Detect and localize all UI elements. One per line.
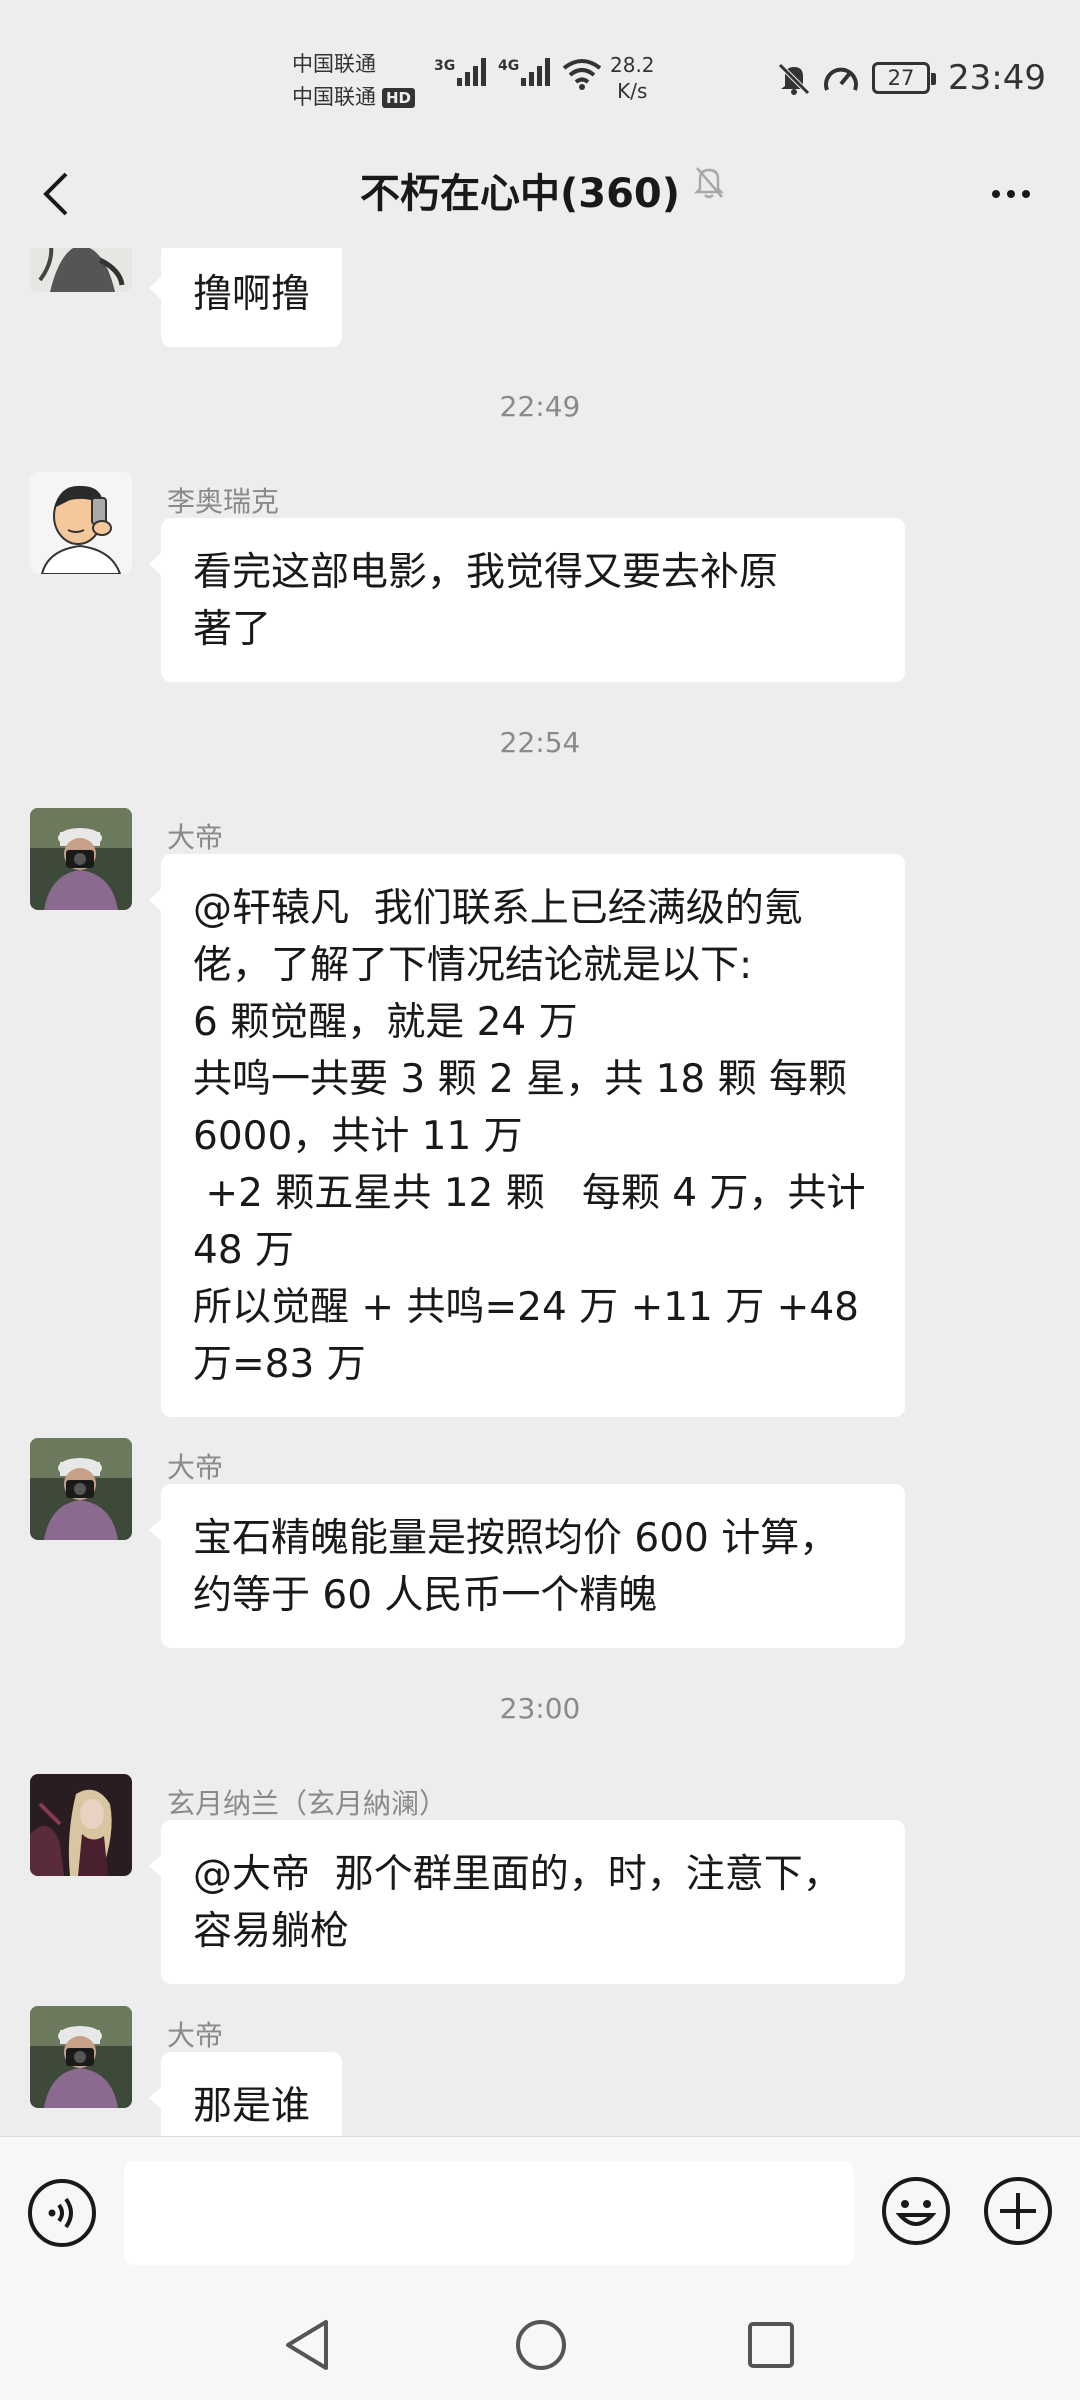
message-bubble[interactable]: 看完这部电影，我觉得又要去补原 著了: [149, 518, 905, 682]
message-input[interactable]: [124, 2161, 854, 2265]
carrier-info: 中国联通 中国联通 HD: [292, 48, 416, 114]
signal-3g-label: 3G: [434, 58, 456, 74]
add-more-button[interactable]: [982, 2175, 1054, 2247]
voice-icon: [28, 2179, 96, 2247]
time-divider: 22:49: [499, 390, 581, 423]
wifi-icon: [562, 59, 602, 90]
nav-recent-apps-icon[interactable]: [746, 2320, 796, 2370]
time-divider: 22:54: [499, 726, 581, 759]
emoji-button[interactable]: [880, 2175, 952, 2247]
nav-home-icon[interactable]: [514, 2318, 568, 2372]
input-bar: [0, 2136, 1080, 2286]
mute-bell-icon: [693, 167, 725, 199]
sender-name: 大帝: [167, 1451, 224, 1484]
status-time: 23:49: [948, 58, 1046, 98]
avatar-liaoruike[interactable]: [30, 472, 132, 574]
message-list[interactable]: 撸啊撸 22:49 李奥瑞克 看完这部电影，我觉得又要去补原 著了 22:54 …: [0, 248, 1080, 2136]
sender-name: 大帝: [167, 821, 224, 854]
smiley-icon: [882, 2177, 950, 2245]
message-bubble[interactable]: 那是谁: [148, 2052, 343, 2136]
camera-photographer-avatar-image: [30, 808, 132, 910]
nav-back-icon[interactable]: [282, 2318, 332, 2372]
message-bubble[interactable]: 撸啊撸: [148, 248, 343, 347]
sender-name: 玄月纳兰（玄月納澜）: [167, 1787, 448, 1820]
sender-name: 大帝: [167, 2019, 224, 2052]
signal-4g-label: 4G: [498, 58, 520, 74]
avatar-dadi[interactable]: [30, 808, 132, 910]
net-speed-unit: K/s: [617, 79, 648, 103]
avatar-dadi[interactable]: [30, 1438, 132, 1540]
message-bubble[interactable]: @大帝 那个群里面的，时，注意下， 容易躺枪: [149, 1820, 905, 1984]
bell-off-icon: [778, 63, 810, 95]
battery-indicator: 27: [872, 62, 936, 94]
sender-name: 李奥瑞克: [167, 485, 280, 518]
cartoon-selfie-avatar-image: [30, 472, 132, 574]
carrier-2-label: 中国联通: [292, 85, 376, 109]
carrier-1-label: 中国联通: [292, 52, 376, 76]
voice-input-button[interactable]: [26, 2177, 98, 2249]
chat-header: 不朽在心中(360): [0, 140, 1080, 248]
status-bar: 中国联通 中国联通 HD 3G 4G 28.2 K/s 27 23:49: [0, 0, 1080, 140]
dot-icon: [992, 190, 1000, 198]
avatar-dadi[interactable]: [30, 2006, 132, 2108]
dot-icon: [1022, 190, 1030, 198]
system-nav-bar: [0, 2286, 1080, 2400]
avatar-sketch[interactable]: [30, 248, 132, 292]
camera-photographer-avatar-image: [30, 2006, 132, 2108]
dot-icon: [1007, 190, 1015, 198]
avatar-xuanyuenalan[interactable]: [30, 1774, 132, 1876]
message-bubble[interactable]: 宝石精魄能量是按照均价 600 计算， 约等于 60 人民币一个精魄: [149, 1484, 905, 1648]
net-speed-value: 28.2: [610, 53, 655, 77]
speedometer-icon: [824, 67, 858, 91]
sketch-avatar-image: [30, 248, 132, 292]
signal-4g-icon: 4G: [498, 58, 551, 86]
game-character-avatar-image: [30, 1774, 132, 1876]
chat-title: 不朽在心中(360): [359, 171, 681, 217]
plus-circle-icon: [984, 2177, 1052, 2245]
message-bubble[interactable]: @轩辕凡 我们联系上已经满级的氪 佬，了解了下情况结论就是以下: 6 颗觉醒，就…: [149, 854, 905, 1417]
net-speed: 28.2 K/s: [610, 52, 655, 104]
signal-3g-icon: 3G: [434, 58, 487, 86]
more-options-button[interactable]: [976, 160, 1046, 228]
time-divider: 23:00: [499, 1692, 581, 1725]
camera-photographer-avatar-image: [30, 1438, 132, 1540]
hd-badge: HD: [382, 87, 416, 108]
